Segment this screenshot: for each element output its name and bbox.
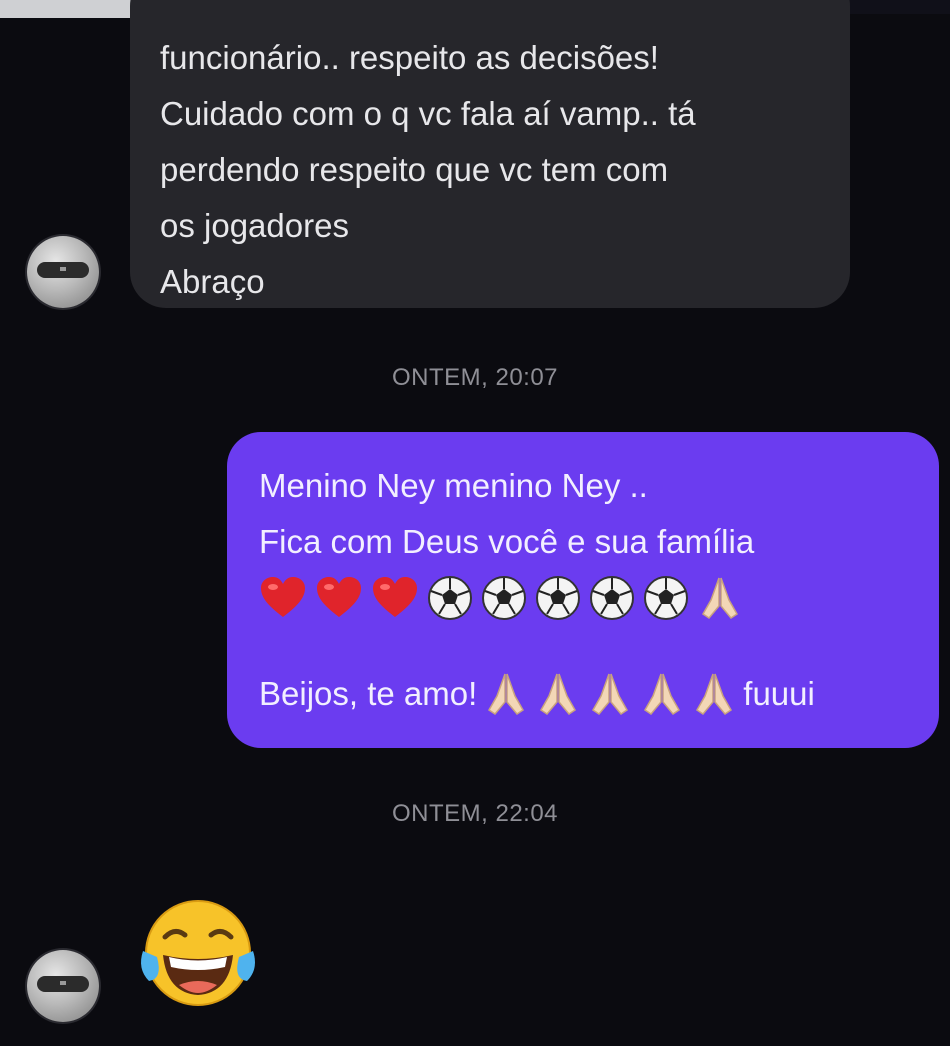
message-line: Fica com Deus você e sua família <box>259 523 755 560</box>
soccer-ball-icon <box>590 576 634 620</box>
red-heart-icon <box>373 577 417 617</box>
soccer-ball-icon <box>644 576 688 620</box>
soccer-ball-icon <box>536 576 580 620</box>
message-text: Beijos, te amo! <box>259 675 478 712</box>
message-line: Menino Ney menino Ney .. <box>259 467 648 504</box>
folded-hands-icon <box>702 577 738 619</box>
emoji-row <box>259 570 919 626</box>
sunglasses-icon <box>37 262 89 278</box>
red-heart-icon <box>261 577 305 617</box>
message-text: fuuui <box>743 675 815 712</box>
soccer-ball-icon <box>428 576 472 620</box>
message-line: Beijos, te amo! fuuui <box>259 666 919 722</box>
sender-avatar[interactable] <box>27 950 99 1022</box>
outgoing-message-bubble[interactable]: Menino Ney menino Ney .. Fica com Deus v… <box>227 432 939 748</box>
sender-avatar[interactable] <box>27 236 99 308</box>
folded-hands-icon <box>540 673 577 715</box>
message-line: perdendo respeito que vc tem com <box>160 151 669 188</box>
folded-hands-icon <box>644 673 681 715</box>
folded-hands-icon <box>488 673 525 715</box>
sunglasses-icon <box>37 976 89 992</box>
folded-hands-icon <box>696 673 733 715</box>
message-line: funcionário.. respeito as decisões! <box>160 39 659 76</box>
message-timestamp: ONTEM, 20:07 <box>391 364 559 391</box>
message-line: Abraço <box>160 263 265 300</box>
folded-hands-icon <box>592 673 629 715</box>
message-line: Cuidado com o q vc fala aí vamp.. tá <box>160 95 696 132</box>
red-heart-icon <box>317 577 361 617</box>
message-timestamp: ONTEM, 22:04 <box>391 800 559 827</box>
face-with-tears-of-joy-icon[interactable] <box>135 893 261 1019</box>
message-line: os jogadores <box>160 207 349 244</box>
incoming-message-bubble[interactable]: funcionário.. respeito as decisões! Cuid… <box>130 0 850 308</box>
soccer-ball-icon <box>482 576 526 620</box>
